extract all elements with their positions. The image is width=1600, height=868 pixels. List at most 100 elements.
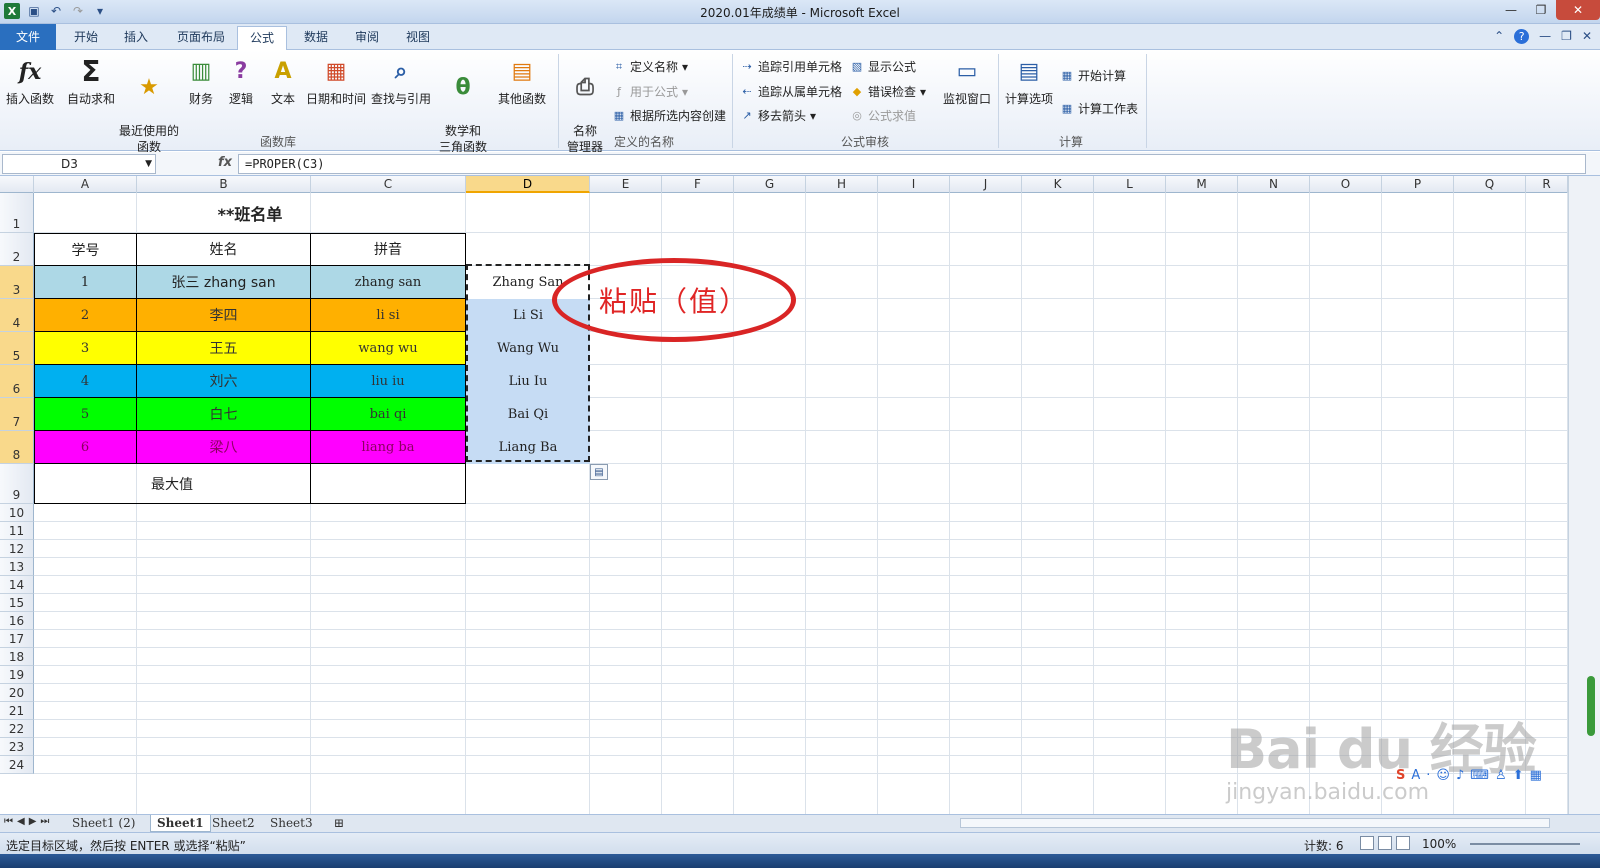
header-cell[interactable]: 姓名 xyxy=(137,233,311,266)
row-header-8[interactable]: 8 xyxy=(0,431,34,464)
column-header-d[interactable]: D xyxy=(466,176,590,193)
proper-cell[interactable]: Liu Iu xyxy=(466,365,590,398)
sheet-nav-arrows-icon[interactable]: ⏮◀▶⏭ xyxy=(4,816,53,827)
horizontal-scrollbar[interactable] xyxy=(960,818,1550,828)
column-header-p[interactable]: P xyxy=(1382,176,1454,193)
name-cell[interactable]: 李四 xyxy=(137,299,311,332)
row-header-12[interactable]: 12 xyxy=(0,540,34,558)
calculate-now-button[interactable]: ▦ 开始计算 xyxy=(1060,67,1126,84)
watch-window-button[interactable]: ▭ 监视窗口 xyxy=(940,56,994,107)
page-layout-view-icon[interactable] xyxy=(1378,836,1392,850)
tab-home[interactable]: 开始 xyxy=(62,26,110,50)
pinyin-cell[interactable]: liu iu xyxy=(311,365,466,398)
lookup-reference-button[interactable]: ⌕ 查找与引用 xyxy=(370,56,432,107)
row-header-7[interactable]: 7 xyxy=(0,398,34,431)
column-header-g[interactable]: G xyxy=(734,176,806,193)
formula-input[interactable]: =PROPER(C3) xyxy=(238,154,1586,174)
vertical-scrollbar[interactable] xyxy=(1568,176,1600,814)
row-header-2[interactable]: 2 xyxy=(0,233,34,266)
tab-review[interactable]: 审阅 xyxy=(343,26,391,50)
header-cell[interactable]: 学号 xyxy=(34,233,137,266)
create-from-selection-button[interactable]: ▦ 根据所选内容创建 xyxy=(612,107,726,124)
name-cell[interactable]: 梁八 xyxy=(137,431,311,464)
close-icon[interactable]: ✕ xyxy=(1556,0,1600,20)
column-header-a[interactable]: A xyxy=(34,176,137,193)
column-header-h[interactable]: H xyxy=(806,176,878,193)
minimize-ribbon-icon[interactable]: ⌃ xyxy=(1494,29,1504,44)
proper-cell[interactable]: Bai Qi xyxy=(466,398,590,431)
name-cell[interactable]: 刘六 xyxy=(137,365,311,398)
row-header-6[interactable]: 6 xyxy=(0,365,34,398)
pinyin-cell[interactable]: zhang san xyxy=(311,266,466,299)
row-header-4[interactable]: 4 xyxy=(0,299,34,332)
normal-view-icon[interactable] xyxy=(1360,836,1374,850)
row-header-23[interactable]: 23 xyxy=(0,738,34,756)
column-header-r[interactable]: R xyxy=(1526,176,1568,193)
remove-arrows-button[interactable]: ↗ 移去箭头 ▾ xyxy=(740,107,816,124)
id-cell[interactable]: 5 xyxy=(34,398,137,431)
select-all-corner[interactable] xyxy=(0,176,34,193)
row-header-9[interactable]: 9 xyxy=(0,464,34,504)
financial-button[interactable]: ▥ 财务 xyxy=(184,56,218,107)
row-header-3[interactable]: 3 xyxy=(0,266,34,299)
doc-restore-icon[interactable]: ❐ xyxy=(1561,29,1572,44)
minimize-icon[interactable]: — xyxy=(1496,0,1526,20)
column-header-m[interactable]: M xyxy=(1166,176,1238,193)
tab-view[interactable]: 视图 xyxy=(394,26,442,50)
zoom-level[interactable]: 100% xyxy=(1422,837,1456,851)
help-icon[interactable]: ? xyxy=(1514,29,1530,44)
sheet-title-cell[interactable]: **班名单 xyxy=(34,193,466,233)
column-header-q[interactable]: Q xyxy=(1454,176,1526,193)
column-header-c[interactable]: C xyxy=(311,176,466,193)
scroll-thumb[interactable] xyxy=(1587,676,1595,736)
date-time-button[interactable]: ▦ 日期和时间 xyxy=(304,56,368,107)
calculation-options-button[interactable]: ▤ 计算选项 xyxy=(1002,56,1056,107)
row-header-22[interactable]: 22 xyxy=(0,720,34,738)
row-header-14[interactable]: 14 xyxy=(0,576,34,594)
id-cell[interactable]: 4 xyxy=(34,365,137,398)
name-box[interactable]: D3 ▼ xyxy=(2,154,156,174)
proper-cell[interactable]: Wang Wu xyxy=(466,332,590,365)
pinyin-cell[interactable]: wang wu xyxy=(311,332,466,365)
tab-file[interactable]: 文件 xyxy=(0,24,56,50)
max-value-cell[interactable] xyxy=(311,464,466,504)
define-name-button[interactable]: ⌗ 定义名称 ▾ xyxy=(612,58,688,75)
name-cell[interactable]: 白七 xyxy=(137,398,311,431)
pinyin-cell[interactable]: li si xyxy=(311,299,466,332)
id-cell[interactable]: 3 xyxy=(34,332,137,365)
tab-page-layout[interactable]: 页面布局 xyxy=(165,26,237,50)
column-header-l[interactable]: L xyxy=(1094,176,1166,193)
name-cell[interactable]: 张三 zhang san xyxy=(137,266,311,299)
tab-insert[interactable]: 插入 xyxy=(112,26,160,50)
row-header-20[interactable]: 20 xyxy=(0,684,34,702)
max-label-cell[interactable]: 最大值 xyxy=(34,464,311,504)
sheet-tab-sheet3[interactable]: Sheet3 xyxy=(264,815,319,832)
sheet-tab-sheet1[interactable]: Sheet1 xyxy=(150,815,211,832)
trace-precedents-button[interactable]: ⇢ 追踪引用单元格 xyxy=(740,58,842,75)
row-header-19[interactable]: 19 xyxy=(0,666,34,684)
row-header-17[interactable]: 17 xyxy=(0,630,34,648)
text-button[interactable]: A 文本 xyxy=(266,56,300,107)
row-header-24[interactable]: 24 xyxy=(0,756,34,774)
row-header-13[interactable]: 13 xyxy=(0,558,34,576)
column-header-f[interactable]: F xyxy=(662,176,734,193)
row-header-11[interactable]: 11 xyxy=(0,522,34,540)
row-header-15[interactable]: 15 xyxy=(0,594,34,612)
pinyin-cell[interactable]: bai qi xyxy=(311,398,466,431)
error-checking-button[interactable]: ◆ 错误检查 ▾ xyxy=(850,83,926,100)
insert-sheet-icon[interactable]: ⊞ xyxy=(328,815,350,832)
doc-close-icon[interactable]: ✕ xyxy=(1582,29,1592,44)
tab-data[interactable]: 数据 xyxy=(292,26,340,50)
sheet-tab-sheet1-2[interactable]: Sheet1 (2) xyxy=(66,815,141,832)
insert-function-fx-button[interactable]: fx xyxy=(218,155,232,170)
column-header-o[interactable]: O xyxy=(1310,176,1382,193)
zoom-slider[interactable] xyxy=(1470,843,1580,845)
doc-minimize-icon[interactable]: — xyxy=(1539,29,1551,44)
autosum-button[interactable]: Σ 自动求和 xyxy=(64,56,118,107)
use-in-formula-button[interactable]: ƒ 用于公式 ▾ xyxy=(612,83,688,100)
restore-icon[interactable]: ❐ xyxy=(1526,0,1556,20)
calculate-sheet-button[interactable]: ▦ 计算工作表 xyxy=(1060,100,1138,117)
sheet-tab-sheet2[interactable]: Sheet2 xyxy=(206,815,261,832)
proper-cell[interactable]: Liang Ba xyxy=(466,431,590,464)
pinyin-cell[interactable]: liang ba xyxy=(311,431,466,464)
